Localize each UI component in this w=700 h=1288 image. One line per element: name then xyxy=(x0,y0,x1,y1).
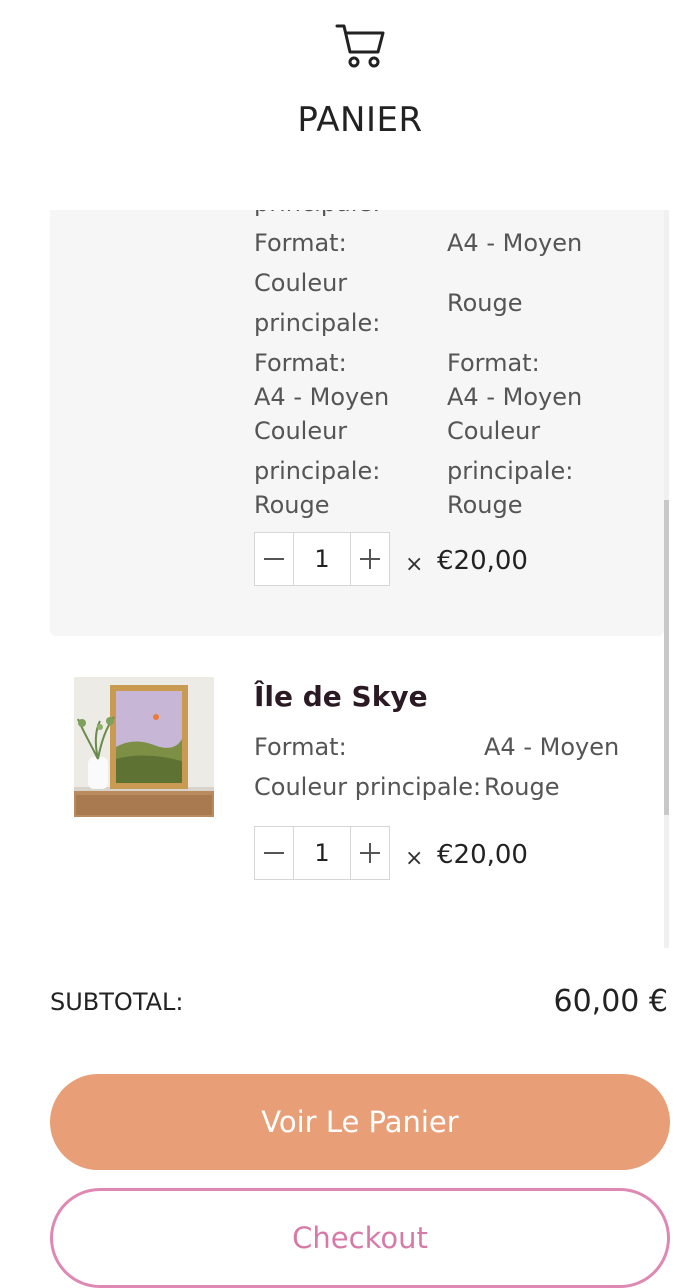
attr-value: Rouge xyxy=(447,289,523,317)
cart-item: principale: Format: A4 - Moyen Couleur p… xyxy=(50,210,664,636)
checkout-button[interactable]: Checkout xyxy=(50,1188,670,1288)
variant-line: principale: xyxy=(447,457,574,485)
attr-label: Format: xyxy=(254,229,347,257)
variant-line: A4 - Moyen xyxy=(447,383,583,411)
page-title: PANIER xyxy=(297,100,423,140)
variant-line: A4 - Moyen xyxy=(254,383,390,411)
variant-line: principale: xyxy=(254,457,381,485)
quantity-stepper: 1 xyxy=(254,532,390,586)
attr-value: A4 - Moyen xyxy=(447,229,583,257)
increase-button[interactable] xyxy=(350,827,389,879)
attr-label: Couleur xyxy=(254,269,348,297)
quantity-input[interactable]: 1 xyxy=(293,533,351,585)
attr-value: Rouge xyxy=(484,773,560,801)
variant-line: Couleur xyxy=(447,417,541,445)
scrollbar-thumb[interactable] xyxy=(664,500,669,815)
cart-icon[interactable] xyxy=(334,20,386,70)
attr-value: A4 - Moyen xyxy=(484,733,620,761)
times-symbol: × xyxy=(405,552,424,577)
quantity-stepper: 1 xyxy=(254,826,390,880)
cart-items-list[interactable]: principale: Format: A4 - Moyen Couleur p… xyxy=(0,210,700,948)
variant-line: Couleur xyxy=(254,417,348,445)
attr-label: Format: xyxy=(254,733,347,761)
item-price: €20,00 xyxy=(437,546,528,576)
decrease-button[interactable] xyxy=(255,827,294,879)
attr-label: principale: xyxy=(254,309,381,337)
product-name-link[interactable]: Île de Skye xyxy=(254,680,428,713)
attr-label: principale: xyxy=(254,210,380,220)
decrease-button[interactable] xyxy=(255,533,294,585)
item-price: €20,00 xyxy=(437,840,528,870)
variant-line: Format: xyxy=(447,349,540,377)
cart-item: Île de Skye Format: A4 - Moyen Couleur p… xyxy=(50,656,664,916)
variant-line: Format: xyxy=(254,349,347,377)
times-symbol: × xyxy=(405,846,424,871)
subtotal-label: SUBTOTAL: xyxy=(50,988,184,1016)
attr-label: Couleur principale: xyxy=(254,773,482,801)
product-image[interactable] xyxy=(74,677,214,817)
variant-line: Rouge xyxy=(254,491,330,519)
increase-button[interactable] xyxy=(350,533,389,585)
variant-line: Rouge xyxy=(447,491,523,519)
quantity-input[interactable]: 1 xyxy=(293,827,351,879)
subtotal-value: 60,00 € xyxy=(553,984,668,1019)
view-cart-button[interactable]: Voir Le Panier xyxy=(50,1074,670,1170)
